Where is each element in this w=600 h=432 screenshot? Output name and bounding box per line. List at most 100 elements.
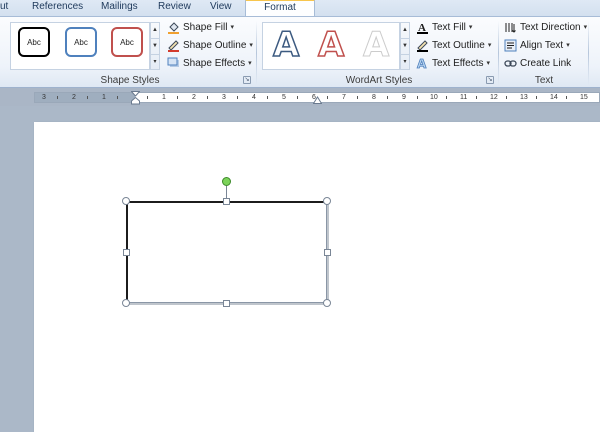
shape-effects-button[interactable]: Shape Effects ▾ — [167, 55, 252, 72]
tab-format[interactable]: Format — [245, 0, 315, 17]
ruler-tick — [446, 96, 447, 99]
chevron-down-icon: ▾ — [487, 42, 492, 49]
chevron-down-icon: ▾ — [583, 24, 588, 31]
shape-outline-button[interactable]: Shape Outline ▾ — [167, 37, 253, 54]
group-separator — [256, 21, 257, 85]
ruler-tick — [387, 96, 388, 99]
shape-style-preset-black[interactable]: Abc — [18, 27, 50, 57]
scroll-down-icon[interactable]: ▼ — [151, 39, 159, 55]
paint-bucket-icon — [167, 21, 180, 34]
ruler-label: 1 — [162, 94, 166, 101]
text-fill-icon: A — [416, 21, 429, 34]
ruler-tick — [417, 96, 418, 99]
scroll-up-icon[interactable]: ▲ — [151, 23, 159, 39]
resize-handle-top-left[interactable] — [122, 197, 130, 205]
scroll-up-icon[interactable]: ▲ — [401, 23, 409, 39]
text-fill-button[interactable]: A Text Fill ▾ — [416, 19, 472, 36]
create-link-button[interactable]: Create Link — [504, 55, 571, 72]
ruler-label: 4 — [252, 94, 256, 101]
first-line-indent-icon[interactable] — [131, 91, 140, 105]
rotation-line — [226, 186, 227, 198]
wordart-style-outline-red[interactable]: A — [317, 24, 345, 66]
scroll-down-icon[interactable]: ▼ — [401, 39, 409, 55]
resize-handle-top[interactable] — [223, 198, 230, 205]
ruler-tick — [357, 96, 358, 99]
resize-handle-bottom-right[interactable] — [323, 299, 331, 307]
wordart-styles-group-label: WordArt Styles — [345, 75, 413, 86]
ruler-label: 1 — [102, 94, 106, 101]
ruler-label: 8 — [372, 94, 376, 101]
ruler-label: 7 — [342, 94, 346, 101]
text-fill-label: Text Fill — [432, 22, 466, 33]
rectangle-shape[interactable] — [126, 201, 329, 305]
text-outline-button[interactable]: Text Outline ▾ — [416, 37, 491, 54]
horizontal-ruler[interactable]: 3 2 1 1 2 3 4 5 6 7 8 9 10 11 12 13 14 1… — [34, 91, 600, 105]
text-outline-label: Text Outline — [432, 40, 485, 51]
ruler-tick — [476, 96, 477, 99]
right-indent-icon[interactable] — [313, 96, 322, 104]
ruler-tick — [117, 96, 118, 99]
ruler-tick — [327, 96, 328, 99]
resize-handle-left[interactable] — [123, 249, 130, 256]
ruler-tick — [267, 96, 268, 99]
resize-handle-top-right[interactable] — [323, 197, 331, 205]
ruler-tick — [506, 96, 507, 99]
ruler-label: 3 — [222, 94, 226, 101]
ruler-tick — [147, 96, 148, 99]
shape-styles-scroller[interactable]: ▲ ▼ ▾ — [150, 22, 160, 70]
shape-style-preset-blue[interactable]: Abc — [65, 27, 97, 57]
ruler-label: 15 — [580, 94, 588, 101]
ruler-label: 13 — [520, 94, 528, 101]
ruler-tick — [536, 96, 537, 99]
ruler-tick — [237, 96, 238, 99]
ruler-tick — [87, 96, 88, 99]
group-separator — [588, 21, 589, 85]
text-effects-button[interactable]: A Text Effects ▾ — [416, 55, 490, 72]
text-direction-label: Text Direction — [520, 22, 581, 33]
ruler-label: 2 — [192, 94, 196, 101]
shape-styles-launcher-icon[interactable]: ↘ — [243, 76, 251, 84]
chevron-down-icon: ▾ — [468, 24, 473, 31]
wordart-styles-scroller[interactable]: ▲ ▼ ▾ — [400, 22, 410, 70]
gallery-more-icon[interactable]: ▾ — [151, 55, 159, 71]
align-text-button[interactable]: Align Text ▾ — [504, 37, 570, 54]
ribbon-tab-bar: ut References Mailings Review View Forma… — [0, 0, 600, 17]
ruler-label: 9 — [402, 94, 406, 101]
tab-mailings[interactable]: Mailings — [101, 0, 141, 16]
group-separator — [498, 21, 499, 85]
shape-fill-button[interactable]: Shape Fill ▾ — [167, 19, 234, 36]
resize-handle-right[interactable] — [324, 249, 331, 256]
chevron-down-icon: ▾ — [566, 42, 570, 49]
rotation-handle[interactable] — [222, 177, 231, 186]
gallery-more-icon[interactable]: ▾ — [401, 55, 409, 71]
align-text-label: Align Text — [520, 40, 564, 51]
wordart-styles-launcher-icon[interactable]: ↘ — [486, 76, 494, 84]
ruler-label: 10 — [430, 94, 438, 101]
ruler-label: 11 — [460, 94, 468, 101]
ribbon: Abc Abc Abc ▲ ▼ ▾ Shape Fill ▾ Shape Out… — [0, 16, 600, 88]
tab-review[interactable]: Review — [158, 0, 192, 16]
resize-handle-bottom-left[interactable] — [122, 299, 130, 307]
resize-handle-bottom[interactable] — [223, 300, 230, 307]
text-outline-icon — [416, 39, 429, 52]
ruler-label: 2 — [72, 94, 76, 101]
chevron-down-icon: ▾ — [486, 60, 491, 67]
tab-references[interactable]: References — [32, 0, 84, 16]
ruler-label: 5 — [282, 94, 286, 101]
text-effects-icon: A — [416, 57, 429, 72]
ruler-tick — [177, 96, 178, 99]
wordart-style-outline-blue[interactable]: A — [272, 24, 300, 66]
shape-style-preset-red[interactable]: Abc — [111, 27, 143, 57]
shape-fill-label: Shape Fill — [183, 22, 228, 33]
ruler-tick — [297, 96, 298, 99]
tab-view[interactable]: View — [210, 0, 234, 16]
shape-effects-icon — [167, 57, 180, 70]
ruler-tick — [566, 96, 567, 99]
ruler-label: 12 — [490, 94, 498, 101]
create-link-icon — [504, 57, 517, 70]
wordart-style-outline-gray[interactable]: A — [362, 25, 389, 66]
chevron-down-icon: ▾ — [248, 60, 252, 67]
text-direction-button[interactable]: Text Direction ▾ — [504, 19, 587, 36]
tab-layout[interactable]: ut — [0, 0, 14, 16]
text-direction-icon — [504, 21, 517, 34]
